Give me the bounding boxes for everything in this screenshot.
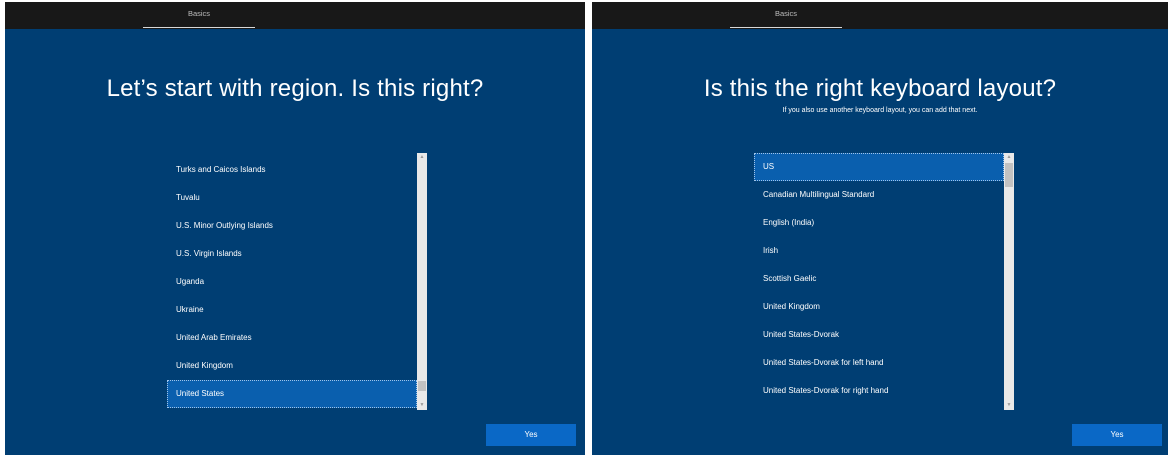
yes-button[interactable]: Yes: [1072, 424, 1162, 446]
region-list-items[interactable]: Turks and Caicos Islands Tuvalu U.S. Minor…: [167, 153, 417, 410]
page-title: Let’s start with region. Is this right?: [106, 75, 484, 102]
list-item[interactable]: Tuvalu: [167, 184, 417, 212]
scroll-thumb[interactable]: [1005, 163, 1013, 187]
list-item[interactable]: Scottish Gaelic: [754, 265, 1004, 293]
tab-basics: Basics: [143, 2, 255, 29]
scroll-up-arrow-icon[interactable]: ▲: [417, 153, 427, 162]
top-bar: Basics: [5, 2, 585, 29]
list-item[interactable]: U.S. Minor Outlying Islands: [167, 212, 417, 240]
scroll-up-arrow-icon[interactable]: ▲: [1004, 153, 1014, 162]
list-item[interactable]: United States-Dvorak for left hand: [754, 349, 1004, 377]
tab-basics-label: Basics: [187, 9, 211, 18]
list-item[interactable]: US: [754, 153, 1004, 181]
list-item[interactable]: United Kingdom: [754, 293, 1004, 321]
tab-underline: [143, 26, 255, 28]
list-item[interactable]: Irish: [754, 237, 1004, 265]
scroll-down-arrow-icon[interactable]: ▼: [1004, 401, 1014, 410]
list-item[interactable]: English (India): [754, 209, 1004, 237]
list-item[interactable]: United States: [167, 380, 417, 408]
list-item[interactable]: U.S. Virgin Islands: [167, 240, 417, 268]
keyboard-panel: Basics Is this the right keyboard layout…: [592, 2, 1168, 455]
list-item[interactable]: United Arab Emirates: [167, 324, 417, 352]
tab-underline: [730, 26, 842, 28]
page-title: Is this the right keyboard layout?: [703, 75, 1057, 102]
keyboard-list-scrollbar[interactable]: ▲ ▼: [1004, 153, 1014, 410]
keyboard-layout-list[interactable]: US Canadian Multilingual Standard English …: [754, 153, 1014, 410]
list-item[interactable]: Turks and Caicos Islands: [167, 156, 417, 184]
region-panel: Basics Let’s start with region. Is this …: [5, 2, 585, 455]
region-list-scrollbar[interactable]: ▲ ▼: [417, 153, 427, 410]
keyboard-layout-list-items[interactable]: US Canadian Multilingual Standard English …: [754, 153, 1004, 410]
yes-button[interactable]: Yes: [486, 424, 576, 446]
page-subtitle: If you also use another keyboard layout,…: [782, 107, 978, 114]
tab-basics: Basics: [730, 2, 842, 29]
scroll-thumb[interactable]: [418, 381, 426, 391]
list-item[interactable]: United States-Dvorak: [754, 321, 1004, 349]
scroll-down-arrow-icon[interactable]: ▼: [417, 401, 427, 410]
top-bar: Basics: [592, 2, 1168, 29]
list-item[interactable]: Ukraine: [167, 296, 417, 324]
list-item[interactable]: Canadian Multilingual Standard: [754, 181, 1004, 209]
region-list[interactable]: Turks and Caicos Islands Tuvalu U.S. Minor…: [167, 153, 427, 410]
list-item[interactable]: Uganda: [167, 268, 417, 296]
list-item[interactable]: United States-Dvorak for right hand: [754, 377, 1004, 405]
list-item[interactable]: United Kingdom: [167, 352, 417, 380]
tab-basics-label: Basics: [774, 9, 798, 18]
